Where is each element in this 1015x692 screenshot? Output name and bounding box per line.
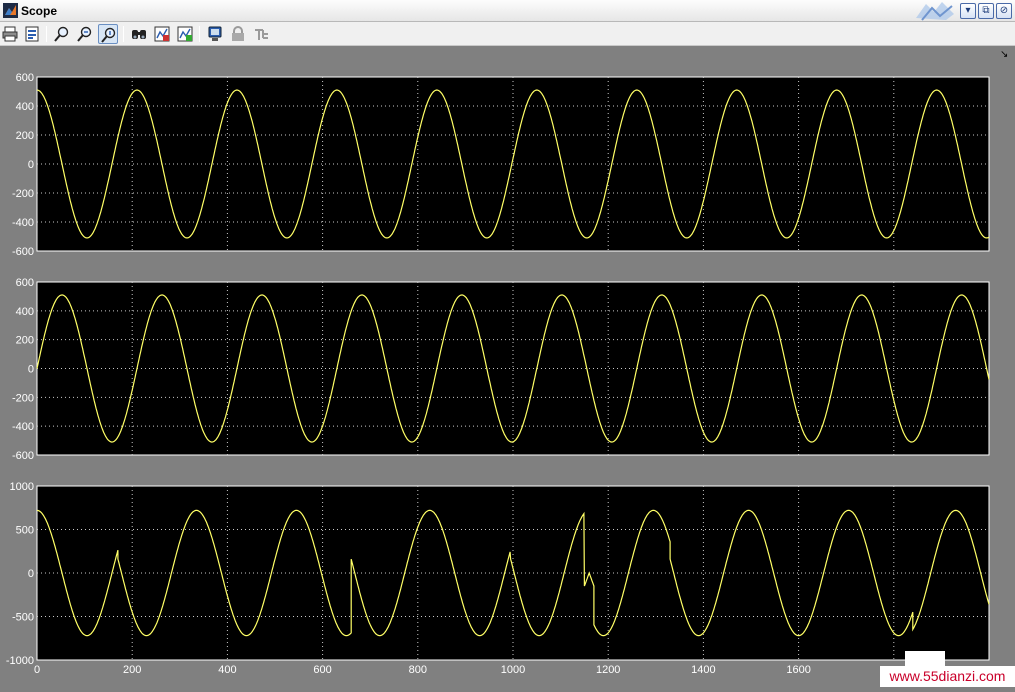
x-tick-label: 800 — [409, 664, 427, 676]
close-button[interactable]: ⊘ — [996, 3, 1012, 19]
title-decoration — [916, 2, 954, 21]
x-tick-label: 1600 — [786, 664, 810, 676]
y-tick-label: -200 — [12, 188, 34, 200]
watermark: www.55dianzi.com — [880, 666, 1015, 687]
x-tick-label: 400 — [218, 664, 236, 676]
y-tick-label: 0 — [28, 364, 34, 376]
y-tick-label: -500 — [12, 612, 34, 624]
y-tick-label: 200 — [16, 130, 34, 142]
matlab-icon — [3, 3, 18, 18]
signal-selection-icon[interactable] — [251, 24, 271, 44]
toolbar-separator — [46, 26, 47, 42]
y-tick-label: 1000 — [10, 481, 34, 493]
y-tick-label: 0 — [28, 568, 34, 580]
zoom-y-icon[interactable] — [98, 24, 118, 44]
y-tick-label: -200 — [12, 392, 34, 404]
y-tick-label: 600 — [16, 277, 34, 289]
lock-icon[interactable] — [228, 24, 248, 44]
restore-button[interactable]: ⧉ — [978, 3, 994, 19]
toolbar-separator — [199, 26, 200, 42]
y-tick-label: -400 — [12, 217, 34, 229]
zoom-icon[interactable] — [52, 24, 72, 44]
scope-chart: 600 400 200 0 -200 -400 -600 600 400 200 0 -200 -400… — [6, 72, 990, 676]
plot-area: 600 400 200 0 -200 -400 -600 600 400 200 0 -200 -400… — [0, 47, 1015, 687]
minimize-button[interactable]: ▾ — [960, 3, 976, 19]
toolbar-separator — [123, 26, 124, 42]
y-tick-label: -600 — [12, 246, 34, 258]
zoom-x-icon[interactable] — [75, 24, 95, 44]
x-tick-label: 0 — [34, 664, 40, 676]
y-tick-label: 200 — [16, 335, 34, 347]
x-tick-label: 1000 — [501, 664, 525, 676]
y-tick-label: -400 — [12, 421, 34, 433]
y-tick-label: -1000 — [6, 655, 34, 667]
save-axes-icon[interactable] — [152, 24, 172, 44]
y-tick-label: 400 — [16, 306, 34, 318]
window-title: Scope — [21, 4, 58, 18]
x-tick-label: 200 — [123, 664, 141, 676]
x-tick-label: 1400 — [691, 664, 715, 676]
y-tick-label: 400 — [16, 101, 34, 113]
toolbar: ↘ — [0, 22, 1015, 60]
y-tick-label: 0 — [28, 159, 34, 171]
x-tick-label: 1200 — [596, 664, 620, 676]
autoscale-icon[interactable] — [129, 24, 149, 44]
y-tick-label: 600 — [16, 72, 34, 84]
title-bar: Scope ▾ ⧉ ⊘ — [0, 0, 1015, 22]
x-tick-label: 600 — [313, 664, 331, 676]
watermark-block — [905, 651, 945, 667]
parameters-icon[interactable] — [22, 24, 42, 44]
print-icon[interactable] — [0, 24, 20, 44]
y-tick-label: -600 — [12, 450, 34, 462]
floating-scope-icon[interactable] — [205, 24, 225, 44]
y-tick-label: 500 — [16, 525, 34, 537]
restore-axes-icon[interactable] — [175, 24, 195, 44]
